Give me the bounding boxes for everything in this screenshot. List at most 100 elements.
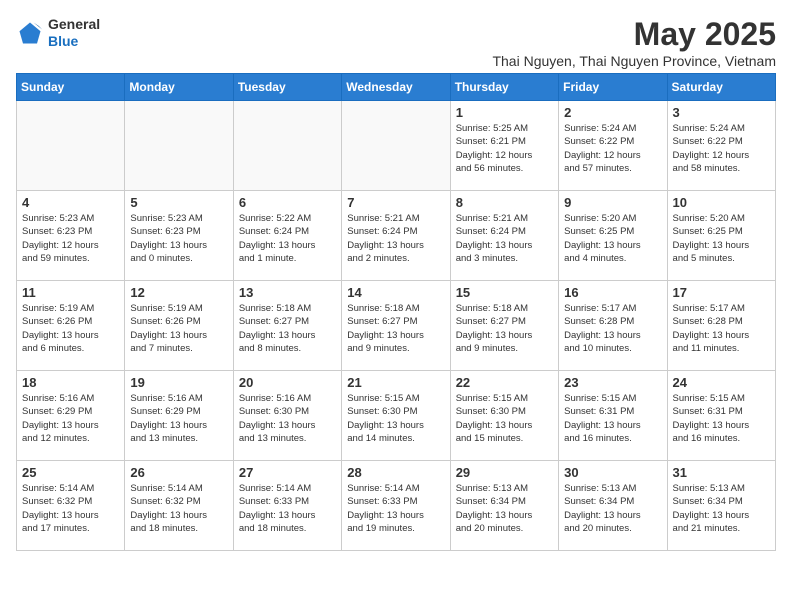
day-number: 9 [564, 195, 661, 210]
calendar-cell: 3Sunrise: 5:24 AM Sunset: 6:22 PM Daylig… [667, 101, 775, 191]
weekday-header-thursday: Thursday [450, 74, 558, 101]
day-number: 3 [673, 105, 770, 120]
calendar-cell: 27 Sunrise: 5:14 AM Sunset: 6:33 PM Dayli… [233, 461, 341, 551]
page-header: General Blue May 2025 Thai Nguyen, Thai … [16, 16, 776, 69]
calendar-cell [342, 101, 450, 191]
calendar-cell: 31 Sunrise: 5:13 AM Sunset: 6:34 PM Dayli… [667, 461, 775, 551]
day-info: Sunrise: 5:15 AM Sunset: 6:31 PM Dayligh… [564, 392, 661, 445]
day-number: 31 [673, 465, 770, 480]
calendar-cell: 13 Sunrise: 5:18 AM Sunset: 6:27 PM Dayli… [233, 281, 341, 371]
day-number: 13 [239, 285, 336, 300]
logo: General Blue [16, 16, 100, 50]
weekday-header-row: SundayMondayTuesdayWednesdayThursdayFrid… [17, 74, 776, 101]
calendar-cell [233, 101, 341, 191]
day-number: 30 [564, 465, 661, 480]
calendar-cell [17, 101, 125, 191]
calendar-cell: 22 Sunrise: 5:15 AM Sunset: 6:30 PM Dayli… [450, 371, 558, 461]
day-number: 29 [456, 465, 553, 480]
day-number: 1 [456, 105, 553, 120]
day-number: 21 [347, 375, 444, 390]
day-info: Sunrise: 5:16 AM Sunset: 6:29 PM Dayligh… [130, 392, 227, 445]
day-number: 23 [564, 375, 661, 390]
day-info: Sunrise: 5:17 AM Sunset: 6:28 PM Dayligh… [673, 302, 770, 355]
day-info: Sunrise: 5:14 AM Sunset: 6:32 PM Dayligh… [22, 482, 119, 535]
day-info: Sunrise: 5:19 AM Sunset: 6:26 PM Dayligh… [22, 302, 119, 355]
day-info: Sunrise: 5:23 AM Sunset: 6:23 PM Dayligh… [130, 212, 227, 265]
calendar-cell: 12 Sunrise: 5:19 AM Sunset: 6:26 PM Dayli… [125, 281, 233, 371]
calendar-cell: 16 Sunrise: 5:17 AM Sunset: 6:28 PM Dayli… [559, 281, 667, 371]
calendar-cell: 10 Sunrise: 5:20 AM Sunset: 6:25 PM Dayli… [667, 191, 775, 281]
day-info: Sunrise: 5:21 AM Sunset: 6:24 PM Dayligh… [347, 212, 444, 265]
day-info: Sunrise: 5:18 AM Sunset: 6:27 PM Dayligh… [347, 302, 444, 355]
calendar-cell: 20 Sunrise: 5:16 AM Sunset: 6:30 PM Dayli… [233, 371, 341, 461]
day-info: Sunrise: 5:20 AM Sunset: 6:25 PM Dayligh… [564, 212, 661, 265]
day-number: 5 [130, 195, 227, 210]
day-info: Sunrise: 5:16 AM Sunset: 6:30 PM Dayligh… [239, 392, 336, 445]
title-area: May 2025 Thai Nguyen, Thai Nguyen Provin… [492, 16, 776, 69]
day-number: 17 [673, 285, 770, 300]
week-row-3: 11 Sunrise: 5:19 AM Sunset: 6:26 PM Dayli… [17, 281, 776, 371]
day-info: Sunrise: 5:22 AM Sunset: 6:24 PM Dayligh… [239, 212, 336, 265]
day-number: 19 [130, 375, 227, 390]
weekday-header-saturday: Saturday [667, 74, 775, 101]
day-info: Sunrise: 5:25 AM Sunset: 6:21 PM Dayligh… [456, 122, 553, 175]
week-row-4: 18Sunrise: 5:16 AM Sunset: 6:29 PM Dayli… [17, 371, 776, 461]
calendar-cell [125, 101, 233, 191]
calendar-cell: 18Sunrise: 5:16 AM Sunset: 6:29 PM Dayli… [17, 371, 125, 461]
day-number: 15 [456, 285, 553, 300]
day-number: 20 [239, 375, 336, 390]
day-number: 11 [22, 285, 119, 300]
calendar-cell: 11 Sunrise: 5:19 AM Sunset: 6:26 PM Dayli… [17, 281, 125, 371]
logo-general: General [48, 16, 100, 33]
day-number: 10 [673, 195, 770, 210]
day-info: Sunrise: 5:14 AM Sunset: 6:33 PM Dayligh… [239, 482, 336, 535]
calendar-table: SundayMondayTuesdayWednesdayThursdayFrid… [16, 73, 776, 551]
day-number: 16 [564, 285, 661, 300]
calendar-cell: 21 Sunrise: 5:15 AM Sunset: 6:30 PM Dayli… [342, 371, 450, 461]
day-number: 28 [347, 465, 444, 480]
calendar-cell: 29 Sunrise: 5:13 AM Sunset: 6:34 PM Dayli… [450, 461, 558, 551]
day-info: Sunrise: 5:15 AM Sunset: 6:30 PM Dayligh… [456, 392, 553, 445]
day-info: Sunrise: 5:18 AM Sunset: 6:27 PM Dayligh… [239, 302, 336, 355]
day-info: Sunrise: 5:17 AM Sunset: 6:28 PM Dayligh… [564, 302, 661, 355]
calendar-cell: 15Sunrise: 5:18 AM Sunset: 6:27 PM Dayli… [450, 281, 558, 371]
day-number: 7 [347, 195, 444, 210]
week-row-5: 25 Sunrise: 5:14 AM Sunset: 6:32 PM Dayli… [17, 461, 776, 551]
calendar-cell: 7 Sunrise: 5:21 AM Sunset: 6:24 PM Daylig… [342, 191, 450, 281]
day-number: 8 [456, 195, 553, 210]
calendar-cell: 1 Sunrise: 5:25 AM Sunset: 6:21 PM Daylig… [450, 101, 558, 191]
day-number: 22 [456, 375, 553, 390]
day-info: Sunrise: 5:15 AM Sunset: 6:30 PM Dayligh… [347, 392, 444, 445]
location-subtitle: Thai Nguyen, Thai Nguyen Province, Vietn… [492, 53, 776, 69]
day-number: 4 [22, 195, 119, 210]
calendar-cell: 6 Sunrise: 5:22 AM Sunset: 6:24 PM Daylig… [233, 191, 341, 281]
day-info: Sunrise: 5:14 AM Sunset: 6:33 PM Dayligh… [347, 482, 444, 535]
day-info: Sunrise: 5:13 AM Sunset: 6:34 PM Dayligh… [673, 482, 770, 535]
calendar-cell: 8 Sunrise: 5:21 AM Sunset: 6:24 PM Daylig… [450, 191, 558, 281]
calendar-cell: 9 Sunrise: 5:20 AM Sunset: 6:25 PM Daylig… [559, 191, 667, 281]
day-number: 24 [673, 375, 770, 390]
day-number: 6 [239, 195, 336, 210]
day-info: Sunrise: 5:21 AM Sunset: 6:24 PM Dayligh… [456, 212, 553, 265]
day-info: Sunrise: 5:24 AM Sunset: 6:22 PM Dayligh… [564, 122, 661, 175]
day-number: 12 [130, 285, 227, 300]
calendar-cell: 24Sunrise: 5:15 AM Sunset: 6:31 PM Dayli… [667, 371, 775, 461]
day-number: 27 [239, 465, 336, 480]
day-info: Sunrise: 5:20 AM Sunset: 6:25 PM Dayligh… [673, 212, 770, 265]
day-info: Sunrise: 5:13 AM Sunset: 6:34 PM Dayligh… [564, 482, 661, 535]
day-info: Sunrise: 5:19 AM Sunset: 6:26 PM Dayligh… [130, 302, 227, 355]
calendar-cell: 19 Sunrise: 5:16 AM Sunset: 6:29 PM Dayli… [125, 371, 233, 461]
calendar-cell: 26Sunrise: 5:14 AM Sunset: 6:32 PM Dayli… [125, 461, 233, 551]
week-row-1: 1 Sunrise: 5:25 AM Sunset: 6:21 PM Daylig… [17, 101, 776, 191]
weekday-header-friday: Friday [559, 74, 667, 101]
day-number: 25 [22, 465, 119, 480]
week-row-2: 4 Sunrise: 5:23 AM Sunset: 6:23 PM Daylig… [17, 191, 776, 281]
weekday-header-monday: Monday [125, 74, 233, 101]
weekday-header-sunday: Sunday [17, 74, 125, 101]
calendar-cell: 25 Sunrise: 5:14 AM Sunset: 6:32 PM Dayli… [17, 461, 125, 551]
day-info: Sunrise: 5:13 AM Sunset: 6:34 PM Dayligh… [456, 482, 553, 535]
logo-icon [16, 19, 44, 47]
calendar-cell: 23 Sunrise: 5:15 AM Sunset: 6:31 PM Dayli… [559, 371, 667, 461]
calendar-cell: 4Sunrise: 5:23 AM Sunset: 6:23 PM Daylig… [17, 191, 125, 281]
day-number: 26 [130, 465, 227, 480]
